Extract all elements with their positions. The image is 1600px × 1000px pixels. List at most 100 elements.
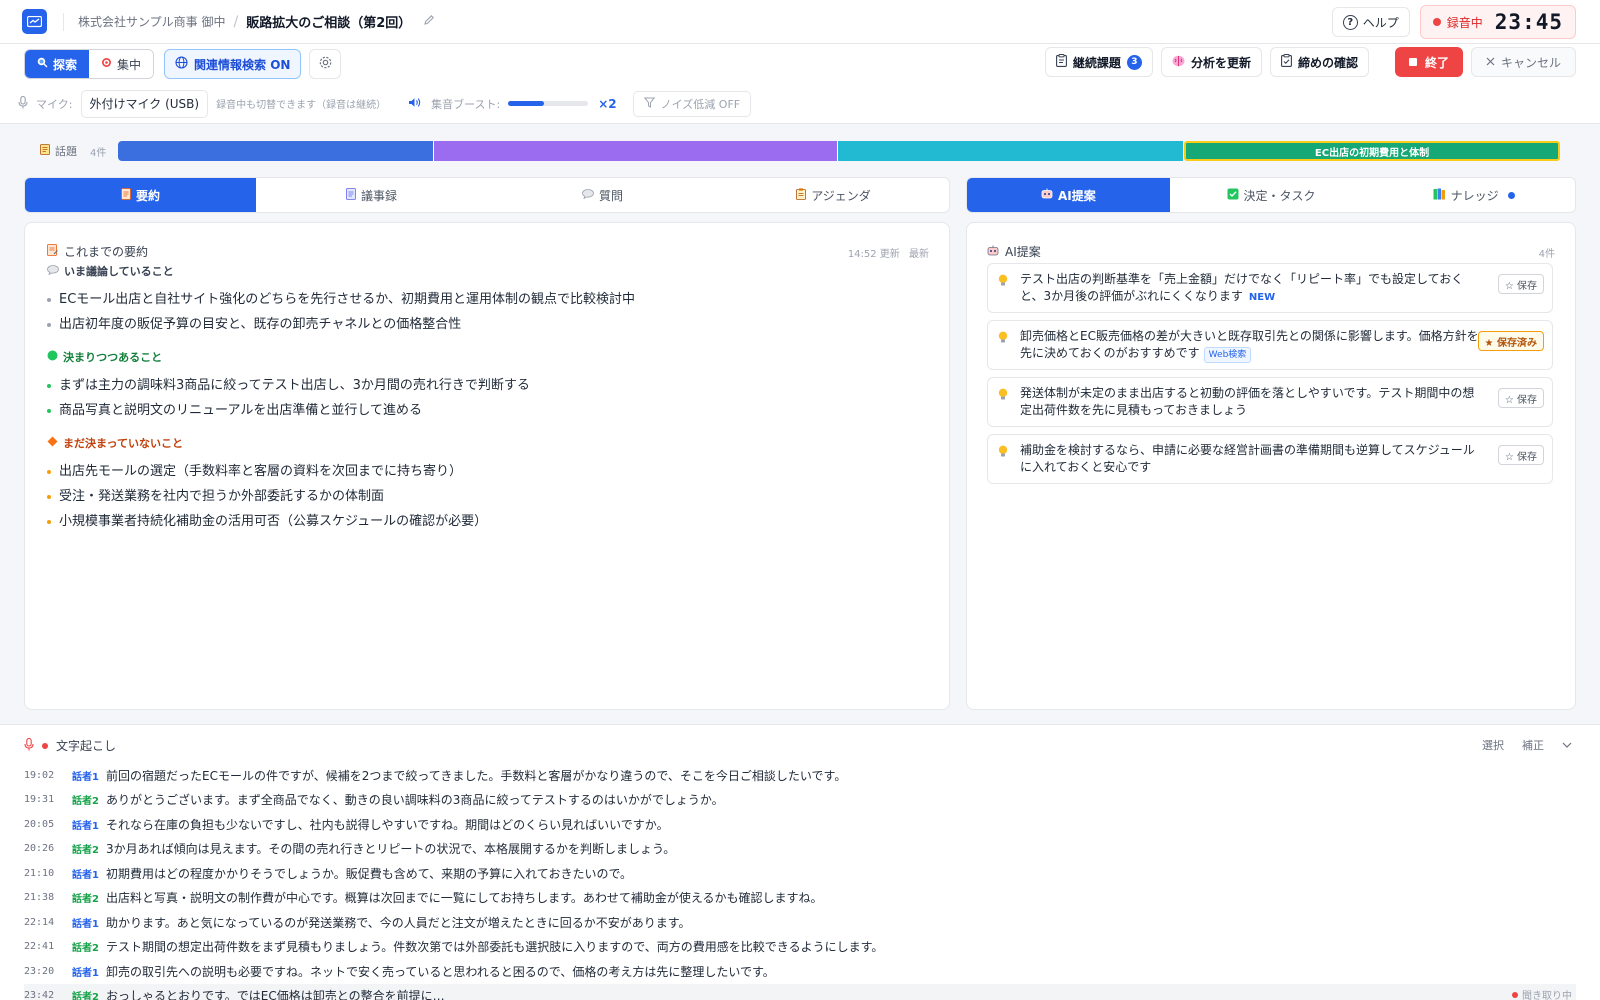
mode-explore-label: 探索	[53, 57, 78, 72]
ai-suggestion-body: テスト出店の判断基準を「売上金額」だけでなく「リピート率」でも設定しておくと、3…	[1020, 272, 1464, 303]
boost-slider-fill	[508, 101, 545, 106]
transcript-text: それなら在庫の負担も少ないですし、社内も説得しやすいですね。期間はどのくらい見れ…	[106, 817, 669, 832]
summary-item: 出店先モールの選定（手数料率と客層の資料を次回までに持ち寄り）	[47, 459, 907, 484]
closing-check-button[interactable]: 締めの確認	[1269, 47, 1369, 77]
lightbulb-icon	[998, 388, 1008, 404]
tab-summary[interactable]: 要約	[25, 178, 256, 212]
noise-reduction-label: ノイズ低減 OFF	[660, 97, 741, 111]
clipboard-icon	[796, 187, 807, 203]
document-icon	[346, 187, 356, 203]
checkbox-icon	[1227, 188, 1239, 203]
recording-status: 録音中 23:45	[1419, 5, 1576, 39]
transcript-row[interactable]: 20:26 話者2 3か月あれば傾向は見えます。その間の売れ行きとリピートの状況で、…	[24, 837, 1576, 862]
transcript-speaker: 話者1	[72, 967, 99, 979]
topic-segment[interactable]: EC出店の初期費用と体制	[1184, 141, 1560, 161]
app-logo-icon[interactable]	[22, 9, 47, 34]
summary-item: 出店初年度の販促予算の目安と、既存の卸売チャネルとの価格整合性	[47, 312, 907, 337]
mode-focus-button[interactable]: 集中	[89, 50, 154, 78]
web-search-badge: Web検索	[1203, 347, 1252, 363]
edit-title-icon[interactable]	[423, 14, 435, 30]
ai-suggestion-card: 発送体制が未定のまま出店すると初動の評価を落としやすいです。テスト期間中の想定出…	[987, 377, 1553, 427]
summary-header: これまでの要約	[47, 243, 148, 260]
summary-item: ECモール出店と自社サイト強化のどちらを先行させるか、初期費用と運用体制の観点で…	[47, 287, 907, 312]
clipboard-icon	[1055, 54, 1067, 70]
transcript-row[interactable]: 19:02 話者1 前回の宿題だったECモールの件ですが、候補を2つまで絞ってきまし…	[24, 763, 1576, 788]
transcript-speaker: 話者2	[72, 943, 99, 955]
lightbulb-icon	[998, 274, 1008, 290]
topic-segment[interactable]	[434, 141, 838, 161]
ai-suggestion-body: 発送体制が未定のまま出店すると初動の評価を落としやすいです。テスト期間中の想定出…	[1020, 386, 1475, 417]
refresh-analysis-button[interactable]: 分析を更新	[1160, 47, 1262, 77]
summary-item-text: 小規模事業者持続化補助金の活用可否（公募スケジュールの確認が必要）	[59, 514, 488, 529]
transcript-title: 文字起こし	[56, 739, 117, 753]
summary-item-text: 出店初年度の販促予算の目安と、既存の卸売チャネルとの価格整合性	[59, 317, 462, 332]
boost-label: 集音ブースト:	[431, 97, 501, 111]
recording-timer: 23:45	[1494, 10, 1563, 34]
save-button[interactable]: ☆ 保存	[1497, 274, 1544, 294]
tab-questions[interactable]: 質問	[487, 178, 718, 212]
transcript-row[interactable]: 20:05 話者1 それなら在庫の負担も少ないですし、社内も説得しやすいですね。期間…	[24, 812, 1576, 837]
transcript-text: ありがとうございます。まず全商品でなく、動きの良い調味料の3商品に絞ってテストす…	[106, 793, 724, 808]
end-label: 終了	[1424, 55, 1449, 70]
save-button[interactable]: ☆ 保存	[1497, 388, 1544, 408]
memo-icon	[121, 187, 131, 203]
transcript-text: 初期費用はどの程度かかりそうでしょうか。販促費も含めて、来期の予算に入れておきた…	[106, 866, 632, 881]
main-toolbar: 探索 集中 関連情報検索 ON 継続課題 3 分析を更新 締めの確認 終了 キャ…	[0, 44, 1600, 84]
transcript-actions: 選択 補正	[1482, 737, 1572, 753]
transcript-row[interactable]: 22:14 話者1 助かります。あと気になっているのが発送業務で、今の人員だと注文が…	[24, 910, 1576, 935]
transcript-text: 助かります。あと気になっているのが発送業務で、今の人員だと注文が増えたときに回る…	[106, 915, 691, 930]
transcript-row[interactable]: 23:42 話者2 おっしゃるとおりです。ではEC価格は卸売との整合を前提に…	[24, 983, 1576, 1000]
tab-ai-suggestions[interactable]: AI提案	[967, 178, 1170, 212]
transcript-time: 22:41	[24, 941, 55, 953]
topic-segments: EC出店の初期費用と体制	[118, 141, 1560, 161]
recording-dot-icon	[1432, 18, 1441, 26]
undecided-list: 出店先モールの選定（手数料率と客層の資料を次回までに持ち寄り） 受注・発送業務を社…	[47, 459, 907, 534]
tab-minutes[interactable]: 議事録	[256, 178, 487, 212]
mic-switch-hint: 録音中も切替できます（録音は継続）	[216, 100, 387, 111]
discussing-title: いま議論していること	[64, 265, 174, 278]
tab-knowledge[interactable]: ナレッジ	[1372, 178, 1575, 212]
correct-button[interactable]: 補正	[1522, 737, 1544, 753]
tab-ai-label: AI提案	[1057, 188, 1096, 203]
transcript-speaker: 話者2	[72, 796, 99, 808]
transcript-text: 卸売の取引先への説明も必要ですね。ネットで安く売っていると思われると困るので、価…	[106, 964, 775, 979]
related-search-toggle[interactable]: 関連情報検索 ON	[164, 49, 302, 79]
topics-label: 話題	[55, 145, 77, 158]
select-button[interactable]: 選択	[1482, 737, 1504, 753]
end-meeting-button[interactable]: 終了	[1394, 47, 1463, 77]
chevron-down-icon[interactable]	[1562, 739, 1572, 752]
ai-suggestion-text: 補助金を検討するなら、申請に必要な経営計画書の準備期間も逆算してスケジュールに入…	[1020, 442, 1480, 476]
transcript-speaker: 話者1	[72, 771, 99, 783]
help-button[interactable]: ? ヘルプ	[1331, 7, 1410, 37]
topic-segment[interactable]	[118, 141, 435, 161]
mode-explore-button[interactable]: 探索	[25, 50, 90, 78]
deciding-title: 決まりつつあること	[63, 351, 163, 364]
carryover-issues-button[interactable]: 継続課題 3	[1044, 47, 1153, 77]
books-icon	[1433, 188, 1446, 203]
settings-button[interactable]	[309, 49, 342, 79]
cancel-button[interactable]: キャンセル	[1470, 47, 1576, 77]
breadcrumb-separator: /	[233, 13, 239, 30]
ai-suggestion-text: 卸売価格とEC販売価格の差が大きいと既存取引先との関係に影響します。価格方針を先…	[1020, 328, 1480, 363]
closing-check-label: 締めの確認	[1297, 55, 1358, 70]
transcript-time: 19:31	[24, 794, 55, 806]
noise-reduction-toggle[interactable]: ノイズ低減 OFF	[632, 90, 752, 117]
transcript-row[interactable]: 21:38 話者2 出店料と写真・説明文の制作費が中心です。概算は次回までに一覧にし…	[24, 886, 1576, 911]
save-button[interactable]: ★ 保存済み	[1477, 331, 1544, 351]
bullet-icon	[47, 469, 51, 474]
tab-agenda[interactable]: アジェンダ	[718, 178, 949, 212]
mic-device-select[interactable]: 外付けマイク (USB)	[80, 89, 209, 118]
transcript-row[interactable]: 22:41 話者2 テスト期間の想定出荷件数をまず見積もりましょう。件数次第では外部…	[24, 935, 1576, 960]
topic-segment[interactable]	[837, 141, 1185, 161]
transcript-row[interactable]: 19:31 話者2 ありがとうございます。まず全商品でなく、動きの良い調味料の3商品…	[24, 788, 1576, 813]
boost-slider[interactable]	[508, 101, 589, 106]
listening-label: 聞き取り中	[1522, 991, 1572, 1000]
mode-focus-label: 集中	[117, 57, 142, 72]
left-panel-tabs: 要約 議事録 質問 アジェンダ	[24, 177, 950, 213]
tab-decisions-tasks[interactable]: 決定・タスク	[1170, 178, 1373, 212]
ai-suggestion-card: 補助金を検討するなら、申請に必要な経営計画書の準備期間も逆算してスケジュールに入…	[987, 434, 1553, 484]
summary-panel: これまでの要約 14:52 更新 最新 いま議論していること ECモール出店と自…	[24, 222, 950, 710]
transcript-row[interactable]: 21:10 話者1 初期費用はどの程度かかりそうでしょうか。販促費も含めて、来期の予…	[24, 861, 1576, 886]
save-button[interactable]: ☆ 保存	[1497, 445, 1544, 465]
transcript-row[interactable]: 23:20 話者1 卸売の取引先への説明も必要ですね。ネットで安く売っていると思われ…	[24, 959, 1576, 984]
